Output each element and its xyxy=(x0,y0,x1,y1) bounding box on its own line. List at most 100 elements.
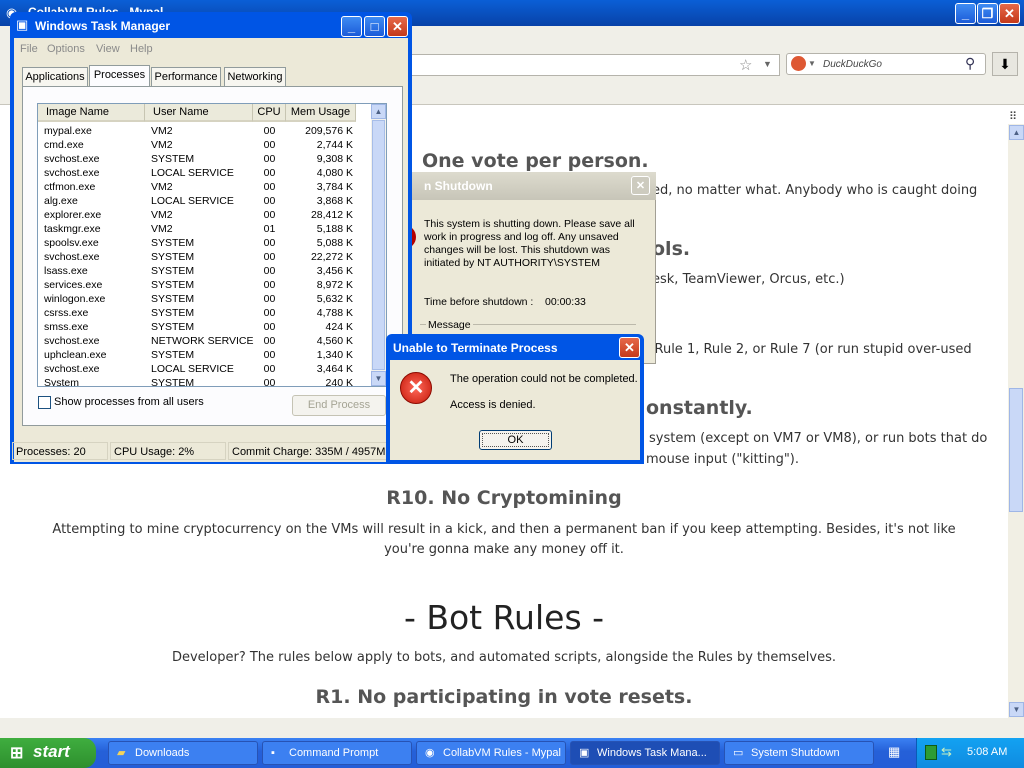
scroll-up-icon[interactable]: ▲ xyxy=(1009,125,1024,140)
taskbar-item-downloads[interactable]: ▰ Downloads xyxy=(108,741,258,765)
menu-help[interactable]: Help xyxy=(130,43,153,55)
process-list-scroll-thumb[interactable] xyxy=(372,120,385,370)
taskbar-item-system-shutdown[interactable]: ▭ System Shutdown xyxy=(724,741,874,765)
table-row[interactable]: spoolsv.exe SYSTEM 00 5,088 K xyxy=(38,236,371,250)
process-image-name: spoolsv.exe xyxy=(44,237,99,249)
error-line2: Access is denied. xyxy=(450,399,536,411)
col-mem-usage[interactable]: Mem Usage xyxy=(286,104,356,122)
ok-button[interactable]: OK xyxy=(479,430,552,450)
table-row[interactable]: services.exe SYSTEM 00 8,972 K xyxy=(38,278,371,292)
process-user-name: SYSTEM xyxy=(151,251,195,263)
heading-vote: One vote per person. xyxy=(422,150,649,172)
keyboard-icon[interactable]: ▦ xyxy=(888,744,900,760)
tab-performance[interactable]: Performance xyxy=(151,67,221,86)
process-mem-usage: 5,088 K xyxy=(316,237,353,249)
col-image-name[interactable]: Image Name xyxy=(38,104,145,122)
menu-grip-icon[interactable]: ⠿ xyxy=(1009,110,1017,123)
heading-r10: R10. No Cryptomining xyxy=(386,487,622,509)
url-bar[interactable]: ☆ ▼ xyxy=(410,54,780,76)
search-icon[interactable]: ⚲ xyxy=(965,55,975,72)
table-row[interactable]: winlogon.exe SYSTEM 00 5,632 K xyxy=(38,292,371,306)
process-cpu: 00 xyxy=(263,139,276,151)
process-user-name: SYSTEM xyxy=(151,321,195,333)
table-row[interactable]: ctfmon.exe VM2 00 3,784 K xyxy=(38,180,371,194)
table-row[interactable]: smss.exe SYSTEM 00 424 K xyxy=(38,320,371,334)
tm-close-button[interactable]: ✕ xyxy=(387,16,408,37)
network-icon[interactable]: ⇆ xyxy=(941,744,952,760)
process-mem-usage: 4,788 K xyxy=(316,307,353,319)
list-scroll-down-icon[interactable]: ▼ xyxy=(371,371,386,386)
table-row[interactable]: cmd.exe VM2 00 2,744 K xyxy=(38,138,371,152)
process-mem-usage: 3,456 K xyxy=(316,265,353,277)
table-row[interactable]: svchost.exe LOCAL SERVICE 00 3,464 K xyxy=(38,362,371,376)
browser-minimize-button[interactable]: _ xyxy=(955,3,976,24)
col-user-name[interactable]: User Name xyxy=(145,104,253,122)
tm-maximize-button[interactable]: □ xyxy=(364,16,385,37)
process-mem-usage: 9,308 K xyxy=(316,153,353,165)
table-row[interactable]: svchost.exe SYSTEM 00 22,272 K xyxy=(38,250,371,264)
error-close-button[interactable]: ✕ xyxy=(619,337,640,358)
process-image-name: svchost.exe xyxy=(44,153,100,165)
table-row[interactable]: svchost.exe SYSTEM 00 9,308 K xyxy=(38,152,371,166)
taskbar-item-label: Windows Task Mana... xyxy=(597,747,707,759)
process-cpu: 00 xyxy=(263,195,276,207)
menu-view[interactable]: View xyxy=(96,43,120,55)
tray-app-icon[interactable] xyxy=(925,745,937,760)
error-title: Unable to Terminate Process xyxy=(393,341,558,355)
menu-options[interactable]: Options xyxy=(47,43,85,55)
process-image-name: mypal.exe xyxy=(44,125,92,137)
process-cpu: 00 xyxy=(263,293,276,305)
table-row[interactable]: explorer.exe VM2 00 28,412 K xyxy=(38,208,371,222)
text-vote: ed, no matter what. Anybody who is caugh… xyxy=(652,183,978,198)
tab-processes[interactable]: Processes xyxy=(89,65,150,86)
end-process-button[interactable]: End Process xyxy=(292,395,386,416)
browser-maximize-button[interactable]: ❐ xyxy=(977,3,998,24)
start-button[interactable]: ⊞ start xyxy=(0,738,96,768)
taskbar-item-command-prompt[interactable]: ▪ Command Prompt xyxy=(262,741,412,765)
taskbar-item-label: CollabVM Rules - Mypal xyxy=(443,747,561,759)
process-user-name: VM2 xyxy=(151,139,173,151)
table-row[interactable]: uphclean.exe SYSTEM 00 1,340 K xyxy=(38,348,371,362)
browser-close-button[interactable]: ✕ xyxy=(999,3,1020,24)
process-cpu: 00 xyxy=(263,335,276,347)
show-all-users-checkbox[interactable] xyxy=(38,396,51,409)
table-row[interactable]: System SYSTEM 00 240 K xyxy=(38,376,371,386)
process-user-name: VM2 xyxy=(151,223,173,235)
table-row[interactable]: taskmgr.exe VM2 01 5,188 K xyxy=(38,222,371,236)
list-scroll-up-icon[interactable]: ▲ xyxy=(371,104,386,119)
bookmark-star-icon[interactable]: ☆ xyxy=(739,56,752,74)
table-row[interactable]: csrss.exe SYSTEM 00 4,788 K xyxy=(38,306,371,320)
table-row[interactable]: alg.exe LOCAL SERVICE 00 3,868 K xyxy=(38,194,371,208)
page-scroll-thumb[interactable] xyxy=(1009,388,1023,512)
browser-status-bar xyxy=(0,718,1024,738)
process-user-name: VM2 xyxy=(151,209,173,221)
shutdown-title: n Shutdown xyxy=(424,179,493,193)
process-user-name: SYSTEM xyxy=(151,237,195,249)
taskbar-item-mypal[interactable]: ◉ CollabVM Rules - Mypal xyxy=(416,741,566,765)
url-dropdown-icon[interactable]: ▼ xyxy=(763,59,772,69)
process-cpu: 00 xyxy=(263,167,276,179)
table-row[interactable]: lsass.exe SYSTEM 00 3,456 K xyxy=(38,264,371,278)
tab-networking[interactable]: Networking xyxy=(224,67,286,86)
search-engine-dropdown-icon[interactable]: ▼ xyxy=(808,59,816,68)
table-row[interactable]: svchost.exe NETWORK SERVICE 00 4,560 K xyxy=(38,334,371,348)
status-commit: Commit Charge: 335M / 4957M xyxy=(228,442,408,460)
tab-applications[interactable]: Applications xyxy=(22,67,88,86)
menu-file[interactable]: File xyxy=(20,43,38,55)
tm-minimize-button[interactable]: _ xyxy=(341,16,362,37)
process-user-name: SYSTEM xyxy=(151,153,195,165)
shutdown-close-button[interactable]: ✕ xyxy=(631,176,650,195)
downloads-button[interactable]: ⬇ xyxy=(992,52,1018,76)
process-user-name: SYSTEM xyxy=(151,377,195,386)
scroll-down-icon[interactable]: ▼ xyxy=(1009,702,1024,717)
col-cpu[interactable]: CPU xyxy=(253,104,286,122)
table-row[interactable]: svchost.exe LOCAL SERVICE 00 4,080 K xyxy=(38,166,371,180)
task-manager-taskbar-icon: ▣ xyxy=(579,747,590,759)
search-box[interactable]: ▼ DuckDuckGo ⚲ xyxy=(786,53,986,75)
process-mem-usage: 5,632 K xyxy=(316,293,353,305)
taskbar-item-task-manager[interactable]: ▣ Windows Task Mana... xyxy=(570,741,720,765)
process-user-name: SYSTEM xyxy=(151,349,195,361)
table-row[interactable]: mypal.exe VM2 00 209,576 K xyxy=(38,124,371,138)
process-mem-usage: 1,340 K xyxy=(316,349,353,361)
process-image-name: taskmgr.exe xyxy=(44,223,101,235)
